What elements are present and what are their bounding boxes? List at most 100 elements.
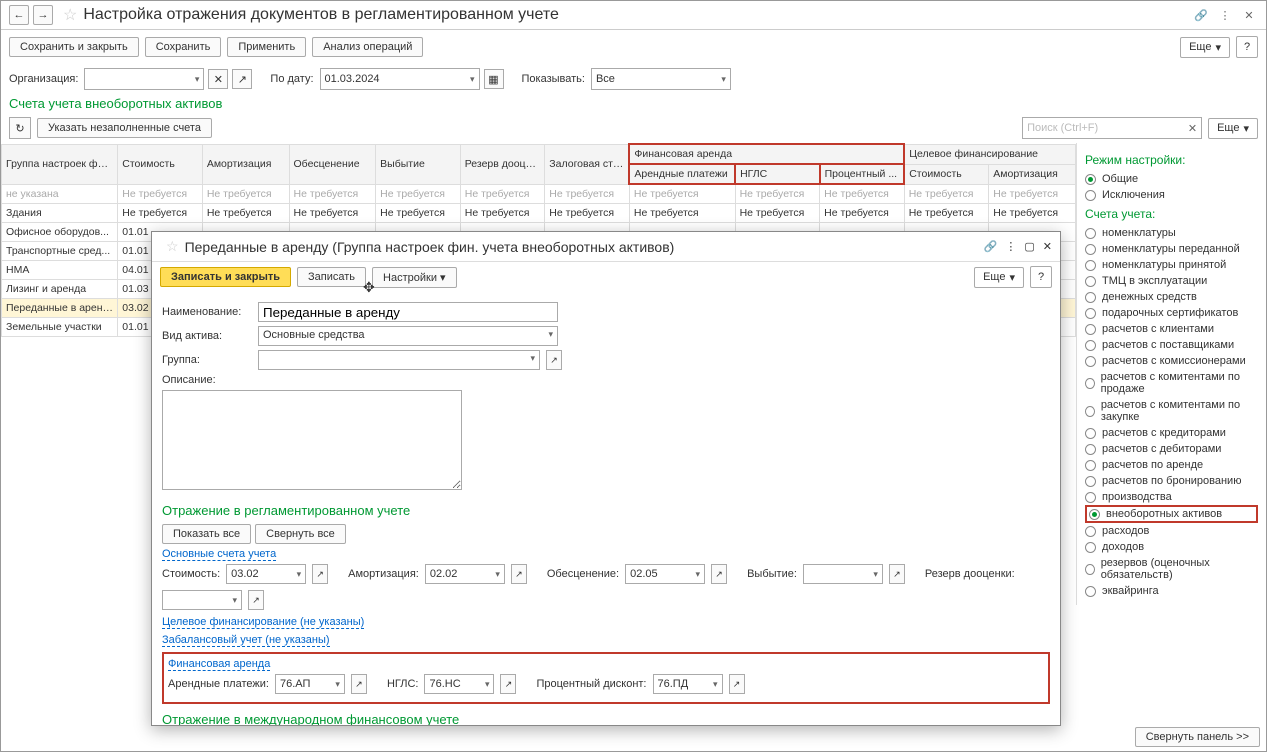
org-open[interactable]: ↗ <box>232 69 252 89</box>
account-radio[interactable]: расчетов с комитентами по закупке <box>1085 397 1258 425</box>
ngls-open[interactable]: ↗ <box>500 674 516 694</box>
account-radio[interactable]: эквайринга <box>1085 583 1258 599</box>
collapse-all-button[interactable]: Свернуть все <box>255 524 346 544</box>
star-icon[interactable]: ☆ <box>63 5 77 25</box>
table-row[interactable]: не указанаНе требуетсяНе требуетсяНе тре… <box>2 184 1076 204</box>
ngls-input[interactable]: 76.НС <box>424 674 494 694</box>
asset-select[interactable]: Основные средства <box>258 326 558 346</box>
th-target[interactable]: Целевое финансирование <box>904 144 1075 164</box>
name-input[interactable] <box>258 302 558 322</box>
cost-open[interactable]: ↗ <box>312 564 328 584</box>
org-select[interactable] <box>84 68 204 90</box>
th-lease-pay[interactable]: Арендные платежи <box>629 164 735 184</box>
modal-link-icon[interactable]: 🔗 <box>984 240 998 253</box>
dispose-open[interactable]: ↗ <box>889 564 905 584</box>
account-radio[interactable]: расчетов с клиентами <box>1085 321 1258 337</box>
mode-radio[interactable]: Общие <box>1085 171 1258 187</box>
impair-open[interactable]: ↗ <box>711 564 727 584</box>
th-pledge[interactable]: Залоговая стоимость <box>545 144 630 184</box>
desc-textarea[interactable] <box>162 390 462 490</box>
save-button[interactable]: Сохранить <box>145 37 222 57</box>
th-reserve[interactable]: Резерв дооценки <box>460 144 545 184</box>
link-icon[interactable]: 🔗 <box>1192 6 1210 24</box>
target-link[interactable]: Целевое финансирование (не указаны) <box>162 616 364 629</box>
modal-maximize-icon[interactable]: ▢ <box>1024 240 1034 253</box>
offbal-link[interactable]: Забалансовый учет (не указаны) <box>162 634 330 647</box>
th-finlease[interactable]: Финансовая аренда <box>629 144 904 164</box>
group-select[interactable] <box>258 350 540 370</box>
account-radio[interactable]: номенклатуры принятой <box>1085 257 1258 273</box>
account-radio[interactable]: номенклатуры <box>1085 225 1258 241</box>
account-radio[interactable]: расчетов с дебиторами <box>1085 441 1258 457</box>
modal-save-close[interactable]: Записать и закрыть <box>160 267 291 287</box>
account-radio[interactable]: денежных средств <box>1085 289 1258 305</box>
lease-pay-input[interactable]: 76.АП <box>275 674 345 694</box>
forward-button[interactable]: → <box>33 5 53 25</box>
account-radio[interactable]: доходов <box>1085 539 1258 555</box>
refresh-button[interactable]: ↻ <box>9 117 31 139</box>
date-input[interactable]: 01.03.2024 <box>320 68 480 90</box>
more-button[interactable]: Еще ▾ <box>1180 37 1230 58</box>
apply-button[interactable]: Применить <box>227 37 306 57</box>
modal-menu-icon[interactable]: ⋮ <box>1005 240 1016 253</box>
analyze-button[interactable]: Анализ операций <box>312 37 423 57</box>
account-radio[interactable]: подарочных сертификатов <box>1085 305 1258 321</box>
lease-pay-open[interactable]: ↗ <box>351 674 367 694</box>
reserve-open[interactable]: ↗ <box>248 590 264 610</box>
fill-empty-button[interactable]: Указать незаполненные счета <box>37 118 212 138</box>
table-more-button[interactable]: Еще ▾ <box>1208 118 1258 139</box>
collapse-panel-button[interactable]: Свернуть панель >> <box>1135 727 1260 747</box>
account-radio[interactable]: расчетов с кредиторами <box>1085 425 1258 441</box>
modal-settings[interactable]: Настройки ▾ <box>372 267 457 288</box>
help-button[interactable]: ? <box>1236 36 1258 58</box>
modal-more[interactable]: Еще ▾ <box>974 267 1024 288</box>
account-radio[interactable]: расчетов по бронированию <box>1085 473 1258 489</box>
show-all-button[interactable]: Показать все <box>162 524 251 544</box>
dispose-input[interactable] <box>803 564 883 584</box>
th-cost2[interactable]: Стоимость <box>904 164 989 184</box>
impair-input[interactable]: 02.05 <box>625 564 705 584</box>
mode-radio[interactable]: Исключения <box>1085 187 1258 203</box>
modal-star-icon[interactable]: ☆ <box>166 238 179 255</box>
table-row[interactable]: ЗданияНе требуетсяНе требуетсяНе требует… <box>2 204 1076 223</box>
save-close-button[interactable]: Сохранить и закрыть <box>9 37 139 57</box>
account-radio[interactable]: расчетов с комитентами по продаже <box>1085 369 1258 397</box>
account-radio[interactable]: расчетов с комиссионерами <box>1085 353 1258 369</box>
th-amort[interactable]: Амортизация <box>202 144 289 184</box>
reserve-input[interactable] <box>162 590 242 610</box>
account-radio[interactable]: резервов (оценочных обязательств) <box>1085 555 1258 583</box>
th-group[interactable]: Группа настроек фин. учета <box>2 144 118 184</box>
th-dispose[interactable]: Выбытие <box>376 144 461 184</box>
account-radio[interactable]: расчетов с поставщиками <box>1085 337 1258 353</box>
th-impair[interactable]: Обесценение <box>289 144 376 184</box>
cost-input[interactable]: 03.02 <box>226 564 306 584</box>
main-accounts-link[interactable]: Основные счета учета <box>162 548 276 561</box>
calendar-icon[interactable]: ▦ <box>484 69 504 89</box>
th-ngls[interactable]: НГЛС <box>735 164 820 184</box>
th-percent[interactable]: Процентный ... <box>820 164 905 184</box>
modal-save[interactable]: Записать <box>297 267 366 287</box>
amort-open[interactable]: ↗ <box>511 564 527 584</box>
account-radio[interactable]: ТМЦ в эксплуатации <box>1085 273 1258 289</box>
account-radio[interactable]: внеоборотных активов <box>1085 505 1258 523</box>
percent-open[interactable]: ↗ <box>729 674 745 694</box>
show-select[interactable]: Все <box>591 68 731 90</box>
close-icon[interactable]: ✕ <box>1240 6 1258 24</box>
back-button[interactable]: ← <box>9 5 29 25</box>
amort-input[interactable]: 02.02 <box>425 564 505 584</box>
account-radio[interactable]: номенклатуры переданной <box>1085 241 1258 257</box>
account-radio[interactable]: расходов <box>1085 523 1258 539</box>
search-input[interactable]: Поиск (Ctrl+F) ✕ <box>1022 117 1202 139</box>
org-clear[interactable]: ✕ <box>208 69 228 89</box>
finlease-link[interactable]: Финансовая аренда <box>168 658 270 671</box>
menu-icon[interactable]: ⋮ <box>1216 6 1234 24</box>
th-amort2[interactable]: Амортизация <box>989 164 1076 184</box>
group-open[interactable]: ↗ <box>546 350 562 370</box>
th-cost[interactable]: Стоимость <box>118 144 203 184</box>
search-clear-icon[interactable]: ✕ <box>1188 122 1197 135</box>
modal-help[interactable]: ? <box>1030 266 1052 288</box>
account-radio[interactable]: расчетов по аренде <box>1085 457 1258 473</box>
percent-input[interactable]: 76.ПД <box>653 674 723 694</box>
account-radio[interactable]: производства <box>1085 489 1258 505</box>
modal-close-icon[interactable]: ✕ <box>1043 240 1052 253</box>
